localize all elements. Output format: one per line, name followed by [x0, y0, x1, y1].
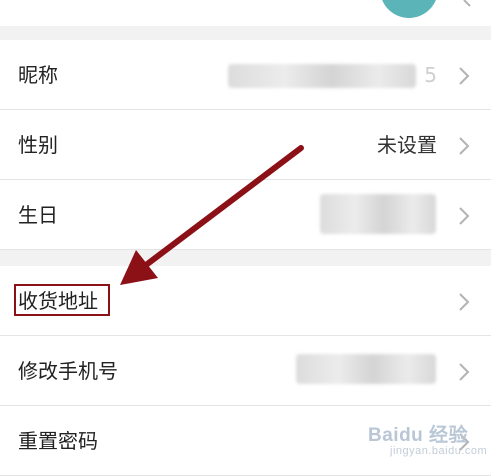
chevron-right-icon — [459, 207, 470, 225]
watermark-text: Baidu 经验 — [368, 425, 469, 446]
phone-value-blurred — [296, 354, 436, 384]
birthday-label: 生日 — [18, 203, 58, 227]
nickname-value-tail: 5 — [424, 63, 437, 87]
avatar-row[interactable] — [0, 0, 491, 26]
gender-row[interactable]: 性别 未设置 — [0, 110, 491, 180]
watermark-sub: jingyan.baidu.com — [390, 445, 488, 457]
gender-value: 未设置 — [377, 133, 437, 157]
chevron-right-icon — [459, 67, 470, 85]
change-phone-row[interactable]: 修改手机号 — [0, 336, 491, 406]
chevron-right-icon — [459, 137, 470, 155]
nickname-label: 昵称 — [18, 63, 58, 87]
chevron-right-icon — [463, 0, 471, 7]
chevron-right-icon — [459, 363, 470, 381]
change-phone-label: 修改手机号 — [18, 359, 118, 383]
highlight-box — [14, 284, 110, 316]
chevron-right-icon — [459, 293, 470, 311]
avatar[interactable] — [380, 0, 438, 18]
baidu-watermark: Baidu 经验 jingyan.baidu.com — [368, 420, 487, 457]
birthday-value-blurred — [320, 194, 436, 234]
nickname-row[interactable]: 昵称 5 — [0, 40, 491, 110]
birthday-row[interactable]: 生日 — [0, 180, 491, 250]
nickname-value-blurred — [228, 64, 416, 88]
gender-label: 性别 — [18, 133, 58, 157]
